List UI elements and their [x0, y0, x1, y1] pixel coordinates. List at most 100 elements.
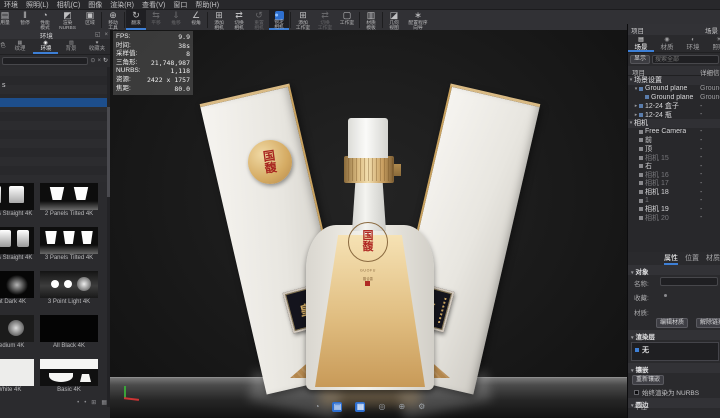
close-icon[interactable]: ×: [102, 32, 110, 38]
tree-row-box-model[interactable]: ▸12-24 盒子-: [628, 102, 720, 111]
snapshot-icon[interactable]: ◔: [315, 402, 320, 412]
menu-bar: 环境 照明(L) 相机(C) 图像 渲染(R) 查看(V) 窗口 帮助(H): [0, 0, 720, 10]
add-view-icon[interactable]: ⊕: [398, 402, 405, 412]
add-studio-button[interactable]: ⊞添加 工作室: [292, 10, 314, 30]
menu-window[interactable]: 窗口: [169, 0, 191, 10]
tree-row-free-camera[interactable]: Free Camera-: [628, 128, 720, 137]
fov-button[interactable]: ∠视角: [186, 10, 206, 30]
object-name-input[interactable]: [660, 277, 718, 286]
menu-help[interactable]: 帮助(H): [191, 0, 223, 10]
tab-background[interactable]: ▨背景: [58, 39, 84, 54]
panel-toggle-icon[interactable]: ▦: [355, 402, 365, 412]
menu-camera[interactable]: 相机(C): [53, 0, 85, 10]
undock-icon[interactable]: ◱: [93, 31, 103, 38]
move-tool-button[interactable]: ⊕移动 工具: [103, 10, 123, 30]
hdri-item[interactable]: All Black 4K: [40, 315, 98, 351]
hdri-item[interactable]: 3 Panels Tilted 4K: [40, 227, 98, 263]
retessellate-button[interactable]: 重新镶嵌: [632, 375, 664, 385]
render-layer-none[interactable]: 无: [632, 343, 718, 357]
environment-search-input[interactable]: [2, 57, 88, 65]
pause-button[interactable]: ‖暂停: [15, 10, 35, 30]
dual-panel-icon[interactable]: ▤: [332, 402, 342, 412]
selected-environment-row[interactable]: [0, 98, 107, 107]
tessellation-section-header[interactable]: 镶嵌: [628, 363, 720, 373]
tree-row-camera-19[interactable]: 相机 19-: [628, 205, 720, 214]
dolly-button[interactable]: ⇓推移: [166, 10, 186, 30]
performance-mode-button[interactable]: ◔性能 模式: [35, 10, 55, 30]
tab-scene[interactable]: ▤场景: [628, 35, 654, 52]
tab-material[interactable]: 材质: [706, 253, 720, 263]
material-template-button[interactable]: ▥材质 模板: [361, 10, 381, 30]
hdri-item[interactable]: All White 4K: [0, 359, 34, 395]
tree-row-scene-settings[interactable]: ▾场景设置: [628, 76, 720, 85]
tree-row-camera-17[interactable]: 相机 17-: [628, 179, 720, 188]
environment-folder-list[interactable]: s: [0, 67, 107, 182]
tree-row-camera-right[interactable]: 右-: [628, 162, 720, 171]
usage-button[interactable]: ▤用量: [0, 10, 15, 30]
menu-lighting[interactable]: 照明(L): [22, 0, 53, 10]
dock-tab-scene[interactable]: 场景: [705, 25, 718, 35]
show-filter-button[interactable]: 显示: [630, 55, 650, 64]
size-large-icon[interactable]: •: [84, 400, 86, 406]
reset-camera-button[interactable]: ↺重置 相机: [249, 10, 269, 30]
tab-color-partial[interactable]: 色: [0, 39, 7, 54]
region-button[interactable]: ▣区域: [80, 10, 100, 30]
menu-render[interactable]: 渲染(R): [106, 0, 138, 10]
favorite-dot-icon[interactable]: [664, 294, 667, 297]
hdri-item[interactable]: 2 Panels Straight 4K: [0, 183, 34, 219]
tab-properties[interactable]: 属性: [664, 253, 678, 263]
tumble-button[interactable]: ↻翻滚: [126, 10, 146, 30]
tab-position[interactable]: 位置: [685, 253, 699, 263]
hdri-item[interactable]: All Medium 4K: [0, 315, 34, 351]
object-section-header[interactable]: 对象: [628, 265, 720, 275]
target-icon[interactable]: ◎: [378, 402, 385, 412]
switch-camera-button[interactable]: ⇄切换 相机: [229, 10, 249, 30]
tree-row-cameras-group[interactable]: ▾相机: [628, 119, 720, 128]
tab-environment[interactable]: ◉环境: [33, 39, 59, 54]
scene-search-input[interactable]: [652, 55, 719, 64]
tree-row-camera-18[interactable]: 相机 18-: [628, 188, 720, 197]
menu-view[interactable]: 查看(V): [138, 0, 169, 10]
menu-image[interactable]: 图像: [84, 0, 106, 10]
render-nurbs-button[interactable]: ◩渲染 NURBS: [55, 10, 80, 30]
tree-row-camera-15[interactable]: 相机 15-: [628, 153, 720, 162]
hdri-item[interactable]: 3 Panels Straight 4K: [0, 227, 34, 263]
hdri-item[interactable]: Basic 4K: [40, 359, 98, 395]
tree-row-camera-1[interactable]: 1-: [628, 196, 720, 205]
favorites-icon: ♥: [96, 41, 99, 46]
tree-row-ground-plane[interactable]: ▾Ground planeGround: [628, 85, 720, 94]
studio-button[interactable]: ▢工作室: [336, 10, 358, 30]
refresh-icon[interactable]: ↻: [103, 57, 108, 65]
render-layer-section-header[interactable]: 渲染层: [628, 330, 720, 340]
pan-button[interactable]: ⇆平移: [146, 10, 166, 30]
hdri-item[interactable]: 3 Point Light 4K: [40, 271, 98, 307]
menu-environment[interactable]: 环境: [0, 0, 22, 10]
tab-texture[interactable]: ▦纹理: [7, 39, 33, 54]
geometry-view-button[interactable]: ◪几何 视图: [384, 10, 404, 30]
clear-icon[interactable]: ×: [97, 57, 101, 65]
nurbs-checkbox[interactable]: [634, 390, 639, 395]
edit-material-button[interactable]: 编辑材质: [656, 318, 688, 328]
hdri-item[interactable]: 3 Point Dark 4K: [0, 271, 34, 307]
tree-row-camera-16[interactable]: 相机 16-: [628, 171, 720, 180]
dock-tab-project[interactable]: 项目: [631, 25, 644, 35]
grid-view-icon[interactable]: ⊞: [91, 399, 96, 406]
size-small-icon[interactable]: •: [77, 400, 79, 406]
tab-lighting[interactable]: ☀照明: [706, 35, 720, 52]
tree-row-camera-top[interactable]: 顶-: [628, 145, 720, 154]
tree-row-camera-20[interactable]: 相机 20-: [628, 214, 720, 223]
switch-studio-button[interactable]: ⇄切换 工作室: [314, 10, 336, 30]
lock-camera-button[interactable]: ●锁定 相机: [269, 10, 289, 30]
settings-icon[interactable]: ⚙: [418, 402, 425, 412]
search-icon[interactable]: ⊙: [90, 57, 95, 65]
hdri-item[interactable]: 2 Panels Tilted 4K: [40, 183, 98, 219]
tab-environment[interactable]: ◐环境: [680, 35, 706, 52]
tree-row-camera-front[interactable]: 前-: [628, 136, 720, 145]
realtime-viewport[interactable]: 皇赏 御酒 国馥 GUOFU 馥合香 国馥 FPS:9.9 时间:38s 采样值…: [110, 30, 627, 418]
nurbs-checkbox-row: 始终渲染为 NURBS: [634, 387, 699, 397]
tab-favorites[interactable]: ♥收藏夹: [84, 39, 110, 54]
add-camera-button[interactable]: ⊞添加 相机: [209, 10, 229, 30]
unlink-material-button[interactable]: 解除链接: [696, 318, 720, 328]
configurator-wizard-button[interactable]: ∗配置程序 向导: [404, 10, 432, 30]
tab-material[interactable]: ◉材质: [654, 35, 680, 52]
